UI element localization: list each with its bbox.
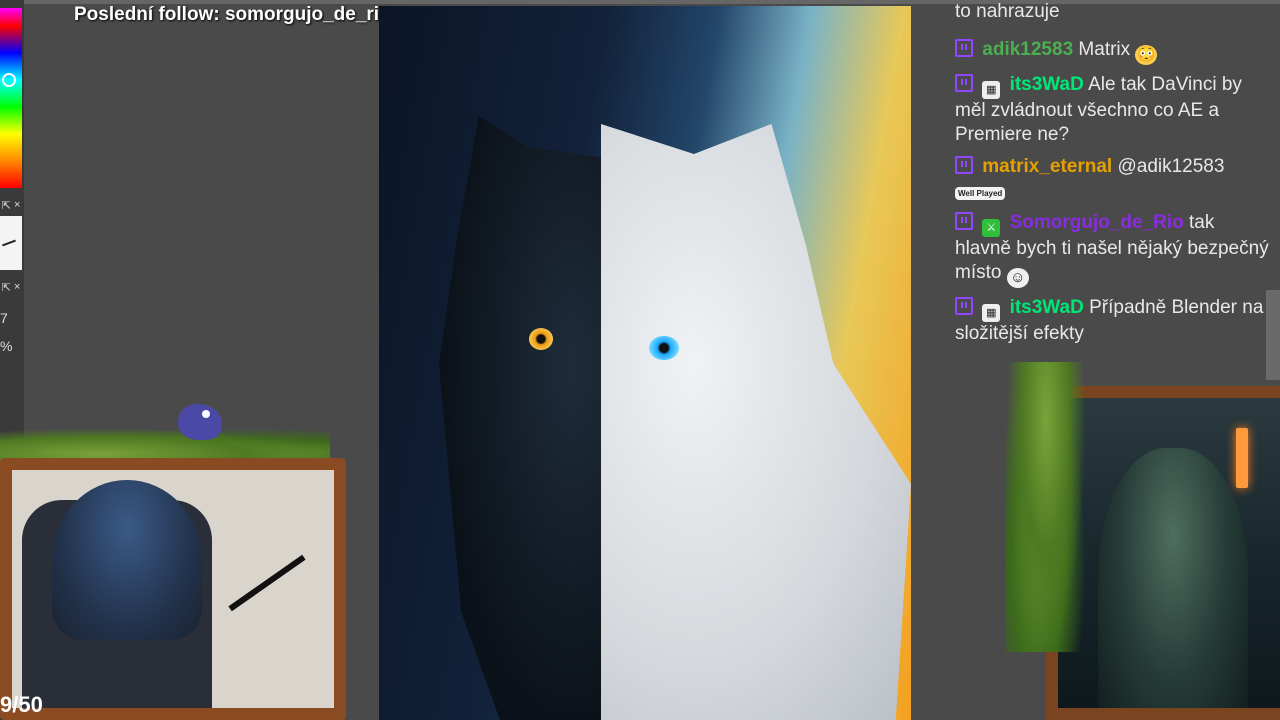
gold-eye	[529, 328, 553, 350]
microphone-arm-icon	[228, 554, 306, 612]
undock-icon[interactable]: ⇱	[2, 199, 11, 212]
drawing-canvas[interactable]	[379, 6, 911, 720]
goal-counter: 9/50	[0, 692, 43, 717]
flushed-emoji-icon: 😳	[1135, 45, 1158, 65]
twitch-icon	[955, 156, 973, 174]
close-icon[interactable]: ×	[14, 281, 20, 293]
brush-preview	[0, 216, 22, 270]
panel-controls-2: ⇱ ×	[0, 280, 22, 294]
qr-badge-icon: ▦	[982, 304, 1001, 322]
chat-username[interactable]: matrix_eternal	[982, 156, 1112, 177]
neon-sign	[1236, 428, 1248, 488]
sword-badge-icon: ⚔	[982, 219, 1001, 237]
opacity-percent[interactable]: %	[0, 338, 12, 354]
chat-username[interactable]: its3WaD	[1010, 297, 1084, 318]
well-played-sticker-icon: Well Played	[955, 187, 1006, 200]
chat-panel: to nahrazuje adik12583 Matrix 😳 ▦ its3Wa…	[955, 0, 1273, 354]
mask-emote-icon: ☺	[1006, 268, 1029, 288]
chat-text: Případně Blender na složitější efekty	[955, 297, 1264, 344]
hue-knob-icon[interactable]	[2, 73, 16, 87]
white-wolf	[601, 124, 911, 720]
twitch-icon	[955, 39, 973, 57]
chat-message: ▦ its3WaD Případně Blender na složitější…	[955, 296, 1273, 346]
chat-message: adik12583 Matrix 😳	[955, 38, 1273, 65]
chat-partial-line: to nahrazuje	[955, 1, 1060, 22]
twitch-icon	[955, 212, 973, 230]
chat-text: Matrix	[1078, 39, 1131, 60]
chat-message: ▦ its3WaD Ale tak DaVinci by měl zvládno…	[955, 73, 1273, 147]
bird-mascot-icon	[178, 404, 222, 440]
streamer	[52, 480, 202, 640]
webcam-frame	[0, 458, 346, 720]
chat-username[interactable]: its3WaD	[1010, 74, 1084, 95]
vines-decoration	[1006, 362, 1086, 652]
chat-text: @adik12583	[1117, 156, 1225, 177]
blue-eye	[649, 336, 679, 360]
hue-slider[interactable]	[0, 8, 22, 188]
chat-username[interactable]: Somorgujo_de_Rio	[1010, 212, 1184, 233]
panel-controls: ⇱ ×	[0, 198, 22, 212]
chat-message: ⚔ Somorgujo_de_Rio tak hlavně bych ti na…	[955, 211, 1273, 288]
chat-username[interactable]: adik12583	[982, 39, 1073, 60]
brush-size-value[interactable]: 7	[0, 310, 8, 326]
chat-scrollbar[interactable]	[1266, 290, 1280, 380]
twitch-icon	[955, 297, 973, 315]
last-follow-label: Poslední follow: somorgujo_de_rio	[74, 4, 391, 25]
bird-eye-icon	[202, 410, 210, 418]
chat-message: matrix_eternal @adik12583 Well Played	[955, 155, 1273, 203]
character-figure	[1098, 448, 1248, 708]
qr-badge-icon: ▦	[982, 81, 1001, 99]
close-icon[interactable]: ×	[14, 199, 20, 211]
undock-icon[interactable]: ⇱	[2, 281, 11, 294]
twitch-icon	[955, 74, 973, 92]
